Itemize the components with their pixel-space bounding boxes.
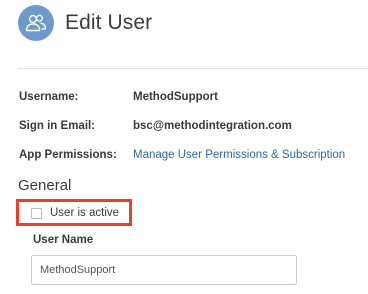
email-row: Sign in Email: bsc@methodintegration.com: [19, 120, 292, 132]
users-icon-glyph: [25, 14, 47, 32]
username-row: Username: MethodSupport: [19, 91, 218, 103]
users-icon: [18, 5, 54, 41]
user-active-checkbox[interactable]: [31, 207, 42, 219]
user-active-label[interactable]: User is active: [50, 207, 119, 219]
email-value: bsc@methodintegration.com: [133, 120, 292, 132]
header-divider: [18, 68, 368, 69]
username-value: MethodSupport: [133, 91, 218, 103]
page-title: Edit User: [65, 11, 153, 34]
general-section-title: General: [18, 177, 72, 194]
email-label: Sign in Email:: [19, 120, 96, 132]
manage-permissions-link[interactable]: Manage User Permissions & Subscription: [133, 149, 345, 161]
user-name-input[interactable]: [31, 255, 297, 285]
permissions-label: App Permissions:: [19, 149, 117, 161]
user-name-label: User Name: [33, 234, 94, 246]
page-header: Edit User: [18, 5, 152, 41]
permissions-row: App Permissions: Manage User Permissions…: [19, 149, 345, 161]
username-label: Username:: [19, 91, 79, 103]
edit-user-page: Edit User Username: MethodSupport Sign i…: [0, 0, 368, 294]
user-active-checkbox-row[interactable]: User is active: [31, 207, 119, 219]
